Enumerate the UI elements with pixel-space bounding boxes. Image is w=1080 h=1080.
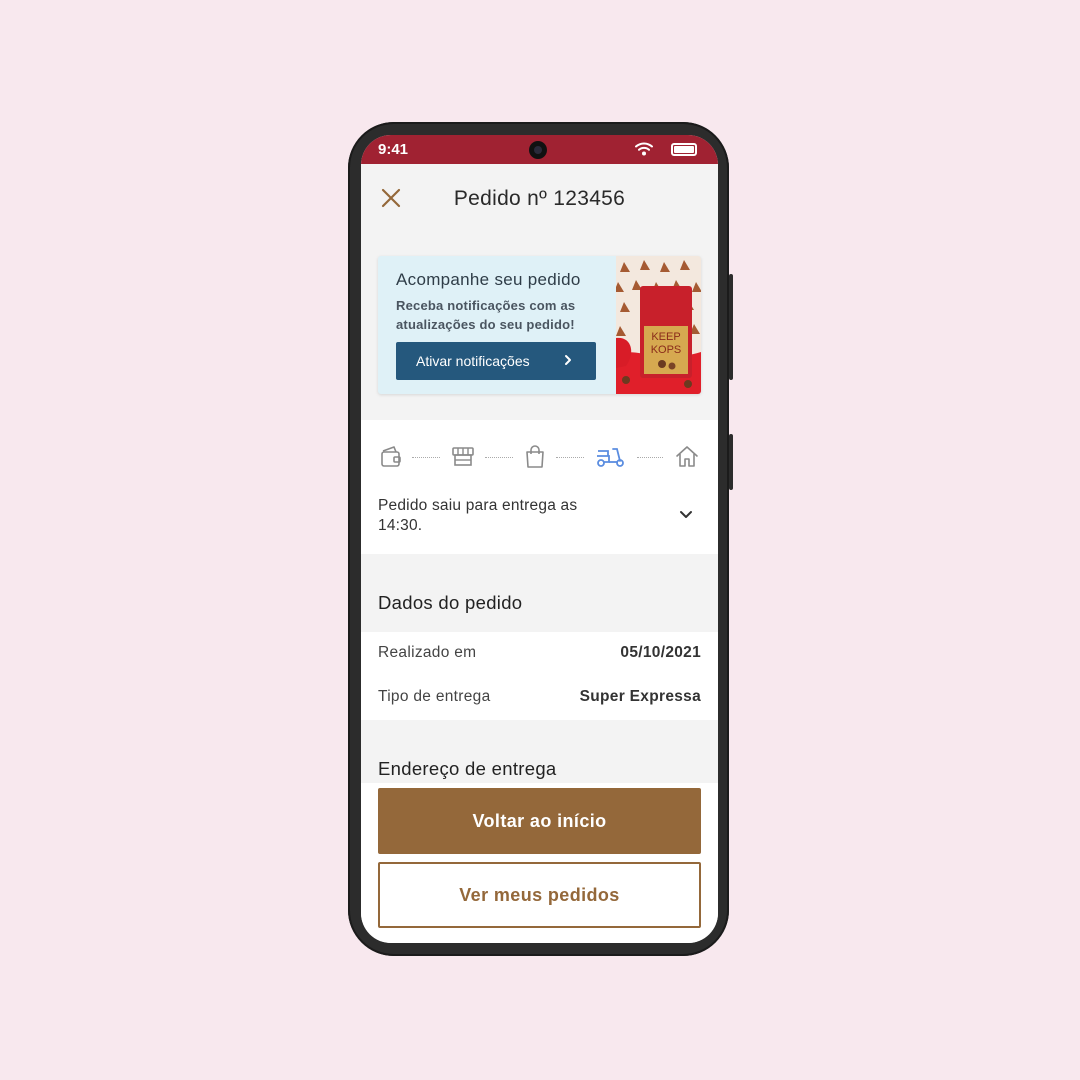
wallet-icon [381, 446, 401, 467]
order-date-label: Realizado em [378, 644, 477, 661]
enable-notifications-button[interactable]: Ativar notificações [396, 342, 596, 380]
battery-icon [671, 143, 697, 156]
delivery-type-value: Super Expressa [579, 688, 701, 705]
banner-text: Receba notificações com as atualizações … [396, 298, 576, 332]
tracker-connector [637, 457, 663, 458]
shopping-bag-icon [526, 445, 544, 468]
tracker-connector [412, 457, 440, 458]
order-date-value: 05/10/2021 [620, 644, 701, 661]
screen: 9:41 Pedido nº 123456 Acompanhe seu pedi… [361, 135, 718, 943]
enable-notifications-label: Ativar notificações [416, 353, 530, 369]
wifi-icon [635, 142, 653, 156]
delivery-status-text: Pedido saiu para entrega as 14:30. [378, 497, 578, 534]
order-data-title: Dados do pedido [378, 592, 523, 613]
order-tracker: Pedido saiu para entrega as 14:30. [361, 420, 718, 554]
order-data-section: Dados do pedido [361, 554, 718, 632]
address-section: Endereço de entrega [361, 720, 718, 783]
volume-button [729, 274, 733, 380]
notification-banner: Acompanhe seu pedido Receba notificações… [378, 256, 701, 394]
store-icon [452, 447, 474, 466]
back-to-start-button[interactable]: Voltar ao início [378, 788, 701, 854]
banner-title: Acompanhe seu pedido [396, 270, 581, 289]
status-bar: 9:41 [361, 135, 718, 164]
status-time: 9:41 [378, 141, 409, 158]
power-button [729, 434, 733, 490]
tracker-connector [485, 457, 513, 458]
tracker-connector [556, 457, 584, 458]
home-icon [676, 446, 698, 467]
phone-frame: 9:41 Pedido nº 123456 Acompanhe seu pedi… [348, 122, 733, 956]
header: Pedido nº 123456 [361, 164, 718, 240]
address-title: Endereço de entrega [378, 758, 557, 779]
view-my-orders-button[interactable]: Ver meus pedidos [378, 862, 701, 928]
delivery-type-label: Tipo de entrega [378, 688, 491, 705]
order-data-list: Realizado em 05/10/2021 Tipo de entrega … [361, 632, 718, 720]
chevron-right-icon [565, 355, 571, 365]
scooter-icon [597, 448, 624, 467]
product-image: KEEP KOPS [616, 256, 701, 394]
page-title: Pedido nº 123456 [453, 187, 626, 210]
action-buttons: Voltar ao início Ver meus pedidos [361, 783, 718, 943]
camera-icon [529, 141, 547, 159]
svg-text:KEEP: KEEP [651, 331, 680, 343]
svg-text:KOPS: KOPS [651, 344, 682, 356]
chevron-down-icon[interactable] [677, 506, 695, 524]
